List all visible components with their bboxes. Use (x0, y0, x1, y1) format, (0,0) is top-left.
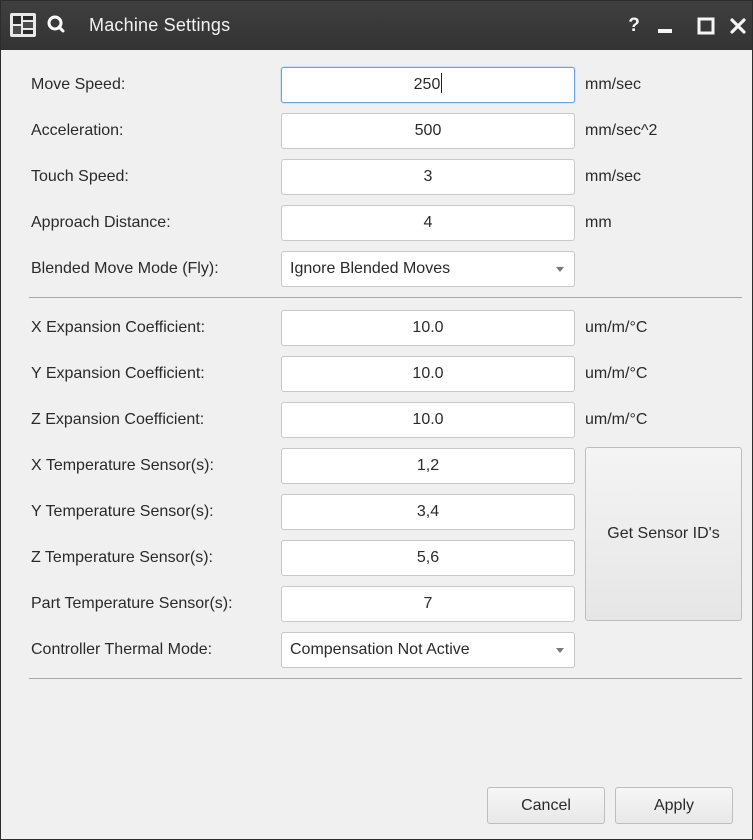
close-icon (730, 18, 746, 34)
blended-mode-select[interactable]: Ignore Blended Moves (281, 251, 575, 287)
blended-mode-value: Ignore Blended Moves (290, 260, 451, 277)
x-coeff-label: X Expansion Coefficient: (31, 319, 206, 336)
move-speed-label: Move Speed: (31, 76, 126, 93)
help-button[interactable]: ? (623, 15, 645, 37)
z-coeff-label: Z Expansion Coefficient: (31, 411, 205, 428)
section-divider (29, 297, 742, 298)
touch-speed-field[interactable]: 3 (281, 159, 575, 195)
text-caret (441, 73, 443, 93)
acceleration-label: Acceleration: (31, 122, 124, 139)
move-speed-unit: mm/sec (585, 76, 641, 93)
y-sensors-field[interactable]: 3,4 (281, 494, 575, 530)
minimize-button[interactable] (654, 15, 676, 37)
y-sensors-label: Y Temperature Sensor(s): (31, 503, 214, 520)
maximize-button[interactable] (695, 15, 717, 37)
part-sensors-label: Part Temperature Sensor(s): (31, 595, 233, 612)
get-sensor-ids-button[interactable]: Get Sensor ID's (585, 447, 742, 621)
apply-button[interactable]: Apply (615, 787, 733, 824)
move-speed-value: 250 (413, 76, 441, 93)
z-coeff-field[interactable]: 10.0 (281, 402, 575, 438)
chevron-down-icon (556, 648, 564, 653)
touch-speed-unit: mm/sec (585, 168, 641, 185)
touch-speed-label: Touch Speed: (31, 168, 129, 185)
acceleration-field[interactable]: 500 (281, 113, 575, 149)
z-sensors-field[interactable]: 5,6 (281, 540, 575, 576)
move-speed-field[interactable]: 250 (281, 67, 575, 103)
cancel-button[interactable]: Cancel (487, 787, 605, 824)
window-title: Machine Settings (89, 15, 231, 35)
chevron-down-icon (556, 267, 564, 272)
approach-distance-unit: mm (585, 214, 612, 231)
machine-app-icon (10, 13, 36, 37)
get-sensor-ids-label: Get Sensor ID's (607, 525, 720, 542)
maximize-icon (697, 17, 715, 35)
approach-distance-field[interactable]: 4 (281, 205, 575, 241)
minimize-icon (658, 29, 672, 33)
y-coeff-field[interactable]: 10.0 (281, 356, 575, 392)
controller-mode-value: Compensation Not Active (290, 641, 470, 658)
y-coeff-label: Y Expansion Coefficient: (31, 365, 205, 382)
controller-mode-select[interactable]: Compensation Not Active (281, 632, 575, 668)
close-button[interactable] (727, 15, 749, 37)
x-sensors-field[interactable]: 1,2 (281, 448, 575, 484)
z-coeff-unit: um/m/°C (585, 411, 648, 428)
section-divider (29, 678, 742, 679)
x-sensors-label: X Temperature Sensor(s): (31, 457, 214, 474)
y-coeff-unit: um/m/°C (585, 365, 648, 382)
apply-label: Apply (653, 796, 695, 814)
x-coeff-unit: um/m/°C (585, 319, 648, 336)
machine-settings-window: Machine Settings ? Move Speed: 250 mm/se… (0, 0, 753, 840)
approach-distance-label: Approach Distance: (31, 214, 171, 231)
blended-mode-label: Blended Move Mode (Fly): (31, 260, 219, 277)
acceleration-unit: mm/sec^2 (585, 122, 658, 139)
cancel-label: Cancel (521, 796, 571, 814)
z-sensors-label: Z Temperature Sensor(s): (31, 549, 213, 566)
help-icon: ? (628, 15, 640, 36)
part-sensors-field[interactable]: 7 (281, 586, 575, 622)
x-coeff-field[interactable]: 10.0 (281, 310, 575, 346)
title-bar: Machine Settings ? (1, 1, 752, 50)
search-icon[interactable] (45, 13, 67, 35)
controller-mode-label: Controller Thermal Mode: (31, 641, 213, 658)
